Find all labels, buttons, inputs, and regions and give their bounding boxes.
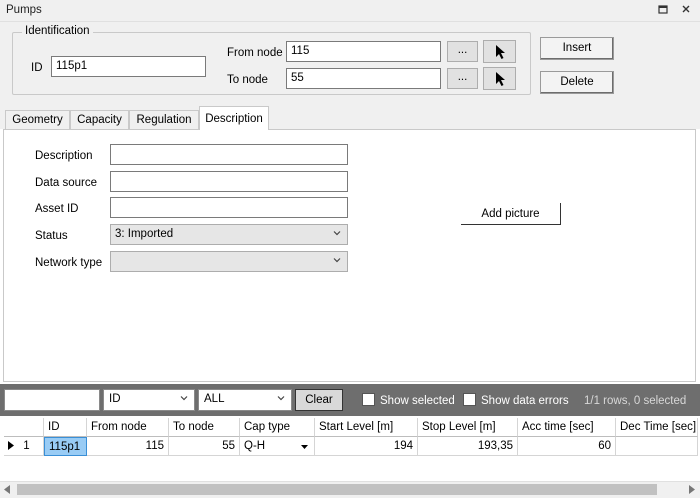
description-label: Description	[35, 150, 93, 162]
cell-cap-type[interactable]: Q-H	[240, 437, 315, 456]
filter-scope-value: ALL	[204, 393, 225, 405]
status-select[interactable]: 3: Imported	[110, 224, 348, 245]
to-node-pick-button[interactable]	[483, 67, 516, 90]
clear-filter-button[interactable]: Clear	[295, 389, 343, 411]
cell-acc-time[interactable]: 60	[518, 437, 616, 456]
column-header-from-node[interactable]: From node	[87, 418, 169, 437]
to-node-browse-button[interactable]: ...	[447, 68, 478, 89]
column-header-stop-level[interactable]: Stop Level [m]	[418, 418, 518, 437]
scroll-right-icon[interactable]	[689, 485, 695, 497]
column-header-id[interactable]: ID	[44, 418, 87, 437]
add-picture-button[interactable]: Add picture	[461, 203, 561, 225]
chevron-down-icon	[277, 396, 285, 401]
show-selected-checkbox[interactable]	[362, 393, 375, 406]
cell-start-level[interactable]: 194	[315, 437, 418, 456]
delete-button[interactable]: Delete	[540, 71, 614, 94]
column-header-start-level[interactable]: Start Level [m]	[315, 418, 418, 437]
cursor-arrow-icon	[495, 45, 505, 59]
description-input[interactable]	[110, 144, 348, 165]
column-header-to-node[interactable]: To node	[169, 418, 240, 437]
network-type-label: Network type	[35, 257, 103, 269]
cursor-arrow-icon	[495, 72, 505, 86]
filter-scope-select[interactable]: ALL	[198, 389, 292, 411]
show-errors-checkbox[interactable]	[463, 393, 476, 406]
to-node-input[interactable]: 55	[286, 68, 441, 89]
asset-id-input[interactable]	[110, 197, 348, 218]
data-source-input[interactable]	[110, 171, 348, 192]
id-label: ID	[31, 62, 43, 74]
tab-capacity[interactable]: Capacity	[70, 110, 129, 129]
cell-dec-time[interactable]	[616, 437, 698, 456]
status-label: Status	[35, 230, 68, 242]
filter-column-select[interactable]: ID	[103, 389, 195, 411]
from-node-browse-button[interactable]: ...	[447, 41, 478, 62]
cell-stop-level[interactable]: 193,35	[418, 437, 518, 456]
close-icon[interactable]	[679, 4, 693, 18]
from-node-input[interactable]: 115	[286, 41, 441, 62]
restore-icon[interactable]	[656, 4, 670, 18]
chevron-down-icon	[333, 258, 341, 263]
filter-search-input[interactable]	[4, 389, 100, 411]
row-number: 1	[23, 440, 30, 452]
description-panel	[3, 129, 696, 382]
tab-geometry[interactable]: Geometry	[5, 110, 70, 129]
to-node-label: To node	[227, 74, 268, 86]
column-header-cap-type[interactable]: Cap type	[240, 418, 315, 437]
chevron-down-icon	[180, 396, 188, 401]
cell-to-node[interactable]: 55	[169, 437, 240, 456]
dropdown-arrow-icon	[301, 445, 308, 449]
status-value: 3: Imported	[115, 228, 174, 240]
id-input[interactable]: 115p1	[51, 56, 206, 77]
show-errors-label: Show data errors	[481, 395, 569, 407]
column-header-dec-time[interactable]: Dec Time [sec]	[616, 418, 698, 437]
table-header-corner	[4, 418, 44, 437]
cap-type-value: Q-H	[244, 440, 266, 452]
filter-column-value: ID	[109, 393, 121, 405]
current-row-arrow-icon	[8, 441, 14, 450]
cell-id[interactable]: 115p1	[44, 437, 87, 456]
title-bar: Pumps	[0, 0, 700, 22]
data-source-label: Data source	[35, 177, 98, 189]
scrollbar-thumb[interactable]	[17, 484, 657, 495]
table-row-header[interactable]: 1	[4, 437, 44, 456]
network-type-select[interactable]	[110, 251, 348, 272]
window-title: Pumps	[6, 4, 42, 16]
show-selected-label: Show selected	[380, 395, 455, 407]
cell-from-node[interactable]: 115	[87, 437, 169, 456]
tab-description[interactable]: Description	[199, 106, 269, 130]
asset-id-label: Asset ID	[35, 203, 79, 215]
row-count-status: 1/1 rows, 0 selected	[584, 395, 687, 407]
from-node-label: From node	[227, 47, 283, 59]
chevron-down-icon	[333, 231, 341, 236]
insert-button[interactable]: Insert	[540, 37, 614, 60]
identification-legend: Identification	[22, 25, 93, 37]
scroll-left-icon[interactable]	[4, 485, 10, 497]
tab-regulation[interactable]: Regulation	[129, 110, 199, 129]
from-node-pick-button[interactable]	[483, 40, 516, 63]
column-header-acc-time[interactable]: Acc time [sec]	[518, 418, 616, 437]
